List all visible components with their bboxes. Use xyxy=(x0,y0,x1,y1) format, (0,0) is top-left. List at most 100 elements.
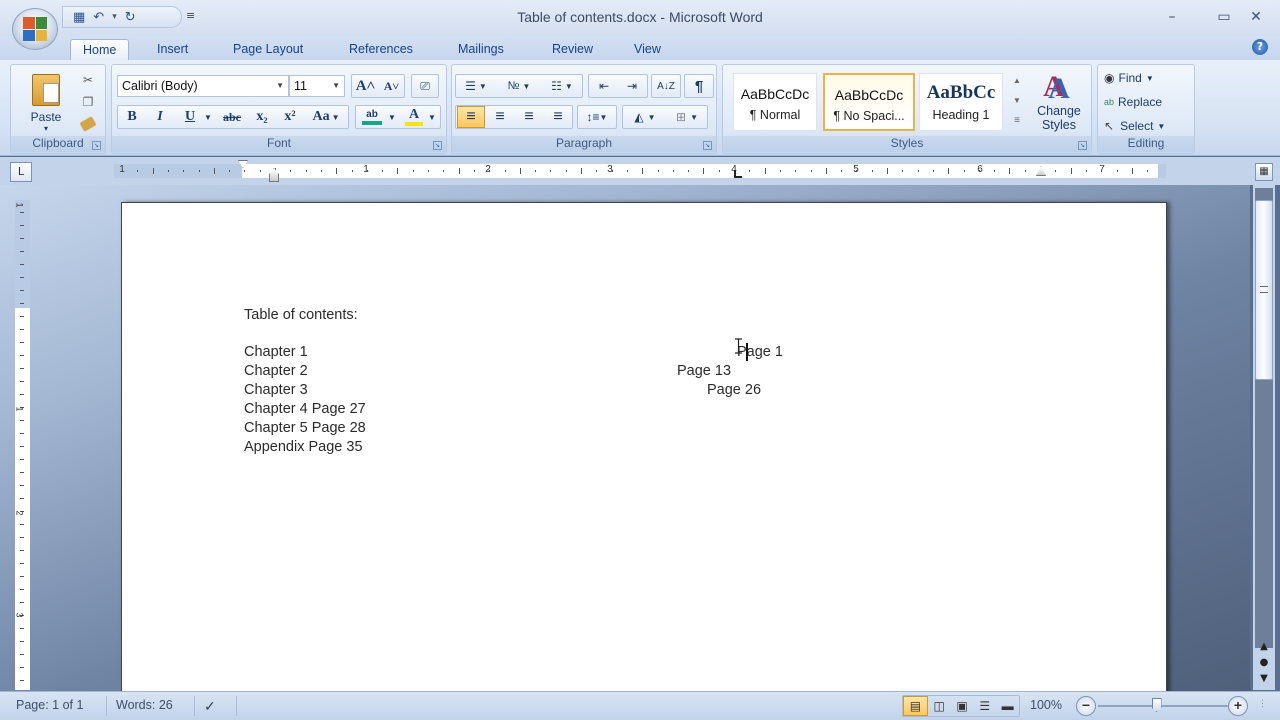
help-icon[interactable]: ? xyxy=(1252,39,1268,55)
page-count[interactable]: Page: 1 of 1 xyxy=(16,698,83,712)
ruler-tick xyxy=(611,170,613,172)
ruler-tick xyxy=(1055,170,1057,172)
draft-view-icon[interactable]: ▬ xyxy=(996,696,1019,716)
tab-selector-button[interactable]: L xyxy=(10,162,32,182)
paragraph-launcher-icon[interactable]: ↘ xyxy=(703,141,712,150)
styles-launcher-icon[interactable]: ↘ xyxy=(1078,141,1087,150)
decrease-indent-button[interactable]: ⇤ xyxy=(591,75,617,97)
ruler-tick xyxy=(20,641,24,642)
proofing-icon[interactable]: ✓ xyxy=(204,698,216,715)
full-screen-reading-icon[interactable]: ◫ xyxy=(928,696,951,716)
change-styles-button[interactable]: A Change Styles xyxy=(1029,69,1089,137)
clear-formatting-button[interactable]: ⎚ xyxy=(411,74,439,98)
word-count[interactable]: Words: 26 xyxy=(116,698,173,712)
font-format-group: B I U ▼ abc x₂ x² Aa ▼ xyxy=(117,105,349,129)
multilevel-list-button[interactable]: ☷ ▼ xyxy=(544,75,580,97)
shading-borders-group: ◭ ▼ ⊞ ▼ xyxy=(622,105,708,129)
bold-button[interactable]: B xyxy=(120,106,144,128)
outline-view-icon[interactable]: ☰ xyxy=(973,696,996,716)
grow-font-button[interactable]: A˄ xyxy=(353,75,378,97)
find-button[interactable]: ◉ Find ▼ xyxy=(1104,67,1190,89)
office-logo-icon xyxy=(23,17,47,41)
italic-button[interactable]: I xyxy=(148,106,172,128)
zoom-out-button[interactable]: − xyxy=(1076,696,1096,716)
zoom-level[interactable]: 100% xyxy=(1030,698,1062,712)
right-indent-marker[interactable] xyxy=(1036,166,1046,176)
tab-mailings[interactable]: Mailings xyxy=(446,39,516,60)
font-name-combo[interactable]: Calibri (Body) ▼ xyxy=(117,75,289,97)
underline-dropdown-icon[interactable]: ▼ xyxy=(202,106,214,128)
clipboard-launcher-icon[interactable]: ↘ xyxy=(92,141,101,150)
styles-more-icon[interactable]: ≡ xyxy=(1009,111,1025,129)
style-no-spacing[interactable]: AaBbCcDc ¶ No Spaci... xyxy=(823,73,915,131)
ruler-tick xyxy=(351,170,353,172)
zoom-slider-thumb[interactable] xyxy=(1151,698,1162,712)
numbering-button[interactable]: № ▼ xyxy=(500,75,538,97)
replace-button[interactable]: ab Replace xyxy=(1104,91,1190,113)
line-spacing-button[interactable]: ↕≡ ▼ xyxy=(577,105,617,129)
font-launcher-icon[interactable]: ↘ xyxy=(433,141,442,150)
align-right-button[interactable]: ≡ xyxy=(515,106,543,128)
subscript-button[interactable]: x₂ xyxy=(250,106,274,128)
scroll-thumb[interactable] xyxy=(1255,200,1273,380)
chevron-down-icon: ▼ xyxy=(331,112,340,122)
maximize-button[interactable]: ▭ xyxy=(1212,6,1236,28)
tab-view[interactable]: View xyxy=(622,39,673,60)
show-marks-button[interactable]: ¶ xyxy=(684,74,714,98)
sort-button[interactable]: A↓Z xyxy=(651,74,681,98)
copy-button[interactable]: ❐ xyxy=(77,91,99,113)
highlight-dropdown-icon[interactable]: ▼ xyxy=(386,106,398,128)
web-layout-icon[interactable]: ▣ xyxy=(951,696,974,716)
vertical-ruler[interactable]: 1 1 2 3 xyxy=(15,200,30,690)
format-painter-button[interactable] xyxy=(77,113,99,135)
shading-button[interactable]: ◭ ▼ xyxy=(625,106,665,128)
select-button[interactable]: ↖ Select ▼ xyxy=(1104,115,1190,137)
align-center-button[interactable]: ≡ xyxy=(486,106,514,128)
styles-scroll-up-icon[interactable]: ▲ xyxy=(1009,71,1025,89)
print-layout-icon[interactable]: ▤ xyxy=(903,696,928,716)
tab-home[interactable]: Home xyxy=(70,39,130,60)
ruler-tick xyxy=(20,537,24,538)
ruler-tick xyxy=(504,170,506,172)
horizontal-ruler[interactable]: 1 1 2 3 4 5 6 7 xyxy=(114,160,1166,182)
increase-indent-button[interactable]: ⇥ xyxy=(619,75,645,97)
superscript-button[interactable]: x² xyxy=(278,106,302,128)
underline-button[interactable]: U xyxy=(178,106,202,128)
tab-review[interactable]: Review xyxy=(540,39,605,60)
bullets-button[interactable]: ☰ ▼ xyxy=(458,75,494,97)
tab-references[interactable]: References xyxy=(337,39,425,60)
justify-button[interactable]: ≡ xyxy=(544,106,572,128)
office-button[interactable] xyxy=(12,8,58,50)
change-case-button[interactable]: Aa ▼ xyxy=(306,106,346,128)
ruler-tick xyxy=(20,329,24,330)
tab-insert[interactable]: Insert xyxy=(145,39,200,60)
styles-scroll-down-icon[interactable]: ▼ xyxy=(1009,91,1025,109)
minimize-button[interactable]: – xyxy=(1160,6,1184,28)
cut-button[interactable]: ✂ xyxy=(77,69,99,91)
next-page-icon[interactable]: ▼ xyxy=(1256,672,1272,686)
close-button[interactable]: ✕ xyxy=(1244,6,1268,28)
align-left-button[interactable]: ≡ xyxy=(457,106,485,128)
vertical-scrollbar[interactable]: ▦ ▲ ● ▼ xyxy=(1253,160,1275,690)
highlight-button[interactable]: ab xyxy=(358,106,386,128)
borders-button[interactable]: ⊞ ▼ xyxy=(667,106,707,128)
strikethrough-button[interactable]: abc xyxy=(218,106,246,128)
previous-page-icon[interactable]: ▲ xyxy=(1256,640,1272,654)
tab-page-layout[interactable]: Page Layout xyxy=(221,39,315,60)
resize-grip-icon[interactable]: ⋮ xyxy=(1258,698,1267,709)
font-size-combo[interactable]: 11 ▼ xyxy=(289,75,345,97)
scroll-track[interactable] xyxy=(1255,188,1273,648)
view-ruler-toggle-icon[interactable]: ▦ xyxy=(1255,163,1273,181)
font-color-dropdown-icon[interactable]: ▼ xyxy=(426,106,438,128)
zoom-slider[interactable] xyxy=(1098,705,1228,707)
browse-object-icon[interactable]: ● xyxy=(1256,656,1272,670)
tab-stop-marker[interactable] xyxy=(734,170,742,178)
font-color-button[interactable]: A xyxy=(402,106,426,128)
paste-button[interactable]: Paste ▾ xyxy=(17,69,75,137)
zoom-in-button[interactable]: + xyxy=(1228,696,1248,716)
ruler-tick xyxy=(20,251,24,252)
shrink-font-button[interactable]: A˅ xyxy=(379,75,404,97)
hanging-indent-marker[interactable] xyxy=(269,168,279,182)
style-normal[interactable]: AaBbCcDc ¶ Normal xyxy=(733,73,817,131)
style-heading-1[interactable]: AaBbCс Heading 1 xyxy=(919,73,1003,131)
